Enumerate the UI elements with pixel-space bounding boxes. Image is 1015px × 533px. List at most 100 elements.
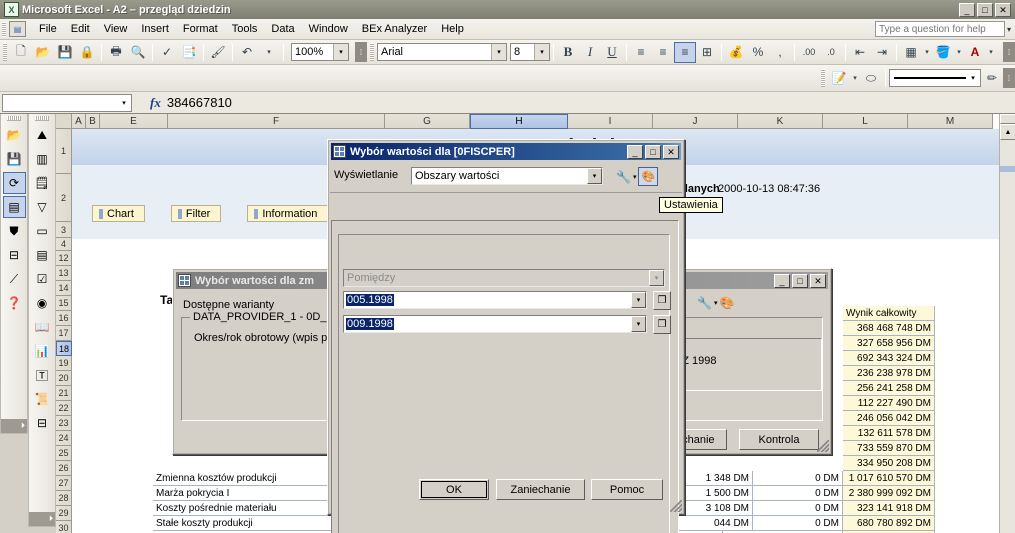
ok-button[interactable]: OK [419, 479, 489, 500]
to-value-picker-button[interactable]: ❐ [653, 315, 671, 334]
menu-item-data[interactable]: Data [264, 20, 301, 38]
minimize-button[interactable]: _ [959, 2, 975, 17]
from-value-combo[interactable]: 005.1998 ▾ [343, 291, 647, 309]
properties-icon[interactable]: ▤ [31, 244, 54, 266]
scroll-up-button[interactable]: ▲ [1000, 124, 1015, 140]
dialog-close-button[interactable]: ✕ [663, 144, 679, 159]
table-row[interactable]: 323 141 918 DM [843, 501, 935, 516]
resize-grip[interactable] [817, 440, 829, 452]
dialog-maximize-button[interactable]: □ [792, 273, 808, 288]
row-header-30[interactable]: 30 [56, 521, 72, 533]
open-query-icon[interactable]: 📂 [3, 124, 26, 146]
row-header-18[interactable]: 18 [56, 341, 72, 356]
row-header-17[interactable]: 17 [56, 326, 72, 341]
chevron-down-icon[interactable]: ▾ [850, 68, 860, 89]
column-header-b[interactable]: B [86, 114, 100, 129]
save-query-icon[interactable]: 💾 [3, 148, 26, 170]
table-row[interactable]: 132 611 578 DM [843, 426, 935, 441]
row-header-15[interactable]: 15 [56, 296, 72, 311]
eraser-icon[interactable]: ⬭ [860, 68, 882, 89]
filter-variables-icon[interactable]: ⊟ [3, 244, 26, 266]
toolbar-grip[interactable] [7, 116, 21, 121]
dialog-minimize-button[interactable]: _ [627, 144, 643, 159]
row-header-25[interactable]: 25 [56, 446, 72, 461]
row-header-4[interactable]: 4 [56, 238, 72, 251]
permission-icon[interactable]: 🔒 [76, 42, 98, 63]
column-header-g[interactable]: G [385, 114, 470, 129]
font-size-combo[interactable]: 8 ▾ [510, 43, 550, 61]
table-row[interactable]: 0 DM [753, 471, 843, 486]
toolbar-overflow-icon[interactable]: ⏵ [29, 512, 55, 526]
save-icon[interactable]: 💾 [54, 42, 76, 63]
chevron-down-icon[interactable]: ▾ [117, 99, 131, 107]
open-icon[interactable]: 📂 [32, 42, 54, 63]
settings-wrench-icon[interactable]: 🔧 [697, 296, 712, 310]
table-row[interactable]: 680 780 892 DM [843, 516, 935, 531]
new-icon[interactable]: 🗋 [10, 42, 32, 63]
row-header-27[interactable]: 27 [56, 476, 72, 491]
refresh-query-icon[interactable]: ⟳ [2, 172, 26, 194]
dialog-maximize-button[interactable]: □ [645, 144, 661, 159]
chevron-down-icon[interactable]: ▾ [333, 44, 348, 60]
row-header-19[interactable]: 19 [56, 356, 72, 371]
ask-a-question-input[interactable] [874, 21, 1005, 37]
chevron-down-icon[interactable]: ▾ [649, 270, 664, 286]
column-header-h[interactable]: H [470, 114, 568, 129]
currency-icon[interactable]: 💰 [725, 42, 747, 63]
table-row[interactable]: 246 056 042 DM [843, 411, 935, 426]
toolbar-overflow-icon[interactable]: ⁞ [1003, 42, 1015, 62]
table-row[interactable]: 112 227 490 DM [843, 396, 935, 411]
list-icon[interactable]: ⊟ [31, 412, 54, 434]
scroll-thumb[interactable] [1000, 166, 1015, 172]
column-header-i[interactable]: I [568, 114, 653, 129]
decrease-decimal-icon[interactable]: .0 [820, 42, 842, 63]
formatting-toolbar-grip[interactable] [370, 43, 374, 61]
underline-button[interactable]: U [601, 42, 623, 63]
row-header-21[interactable]: 21 [56, 386, 72, 401]
operator-combo[interactable]: Pomiędzy ▾ [343, 269, 665, 287]
table-row[interactable]: 334 950 208 DM [843, 456, 935, 471]
menu-item-view[interactable]: View [97, 20, 135, 38]
split-handle[interactable] [1000, 114, 1015, 124]
dialog-title-bar-active[interactable]: Wybór wartości dla [0FISCPER] _ □ ✕ [331, 143, 681, 160]
report-icon[interactable]: 📜 [31, 388, 54, 410]
resize-grip[interactable] [670, 500, 682, 512]
column-header-l[interactable]: L [823, 114, 908, 129]
italic-button[interactable]: I [579, 42, 601, 63]
dropdown-arrow-icon[interactable]: ▾ [714, 299, 718, 307]
menu-item-insert[interactable]: Insert [134, 20, 176, 38]
chevron-down-icon[interactable]: ▾ [966, 74, 980, 82]
display-combo[interactable]: Obszary wartości ▾ [411, 167, 603, 185]
menu-item-bex-analyzer[interactable]: BEx Analyzer [355, 20, 434, 38]
toolbar-overflow-icon[interactable]: ⁞ [355, 42, 367, 62]
to-value-combo[interactable]: 009.1998 ▾ [343, 315, 647, 333]
navigate-icon[interactable]: ⛊ [3, 220, 26, 242]
table-row[interactable]: 368 468 748 DM [843, 321, 935, 336]
table-row[interactable]: 256 241 258 DM [843, 381, 935, 396]
table-row[interactable]: 2 380 999 092 DM [843, 486, 935, 501]
dialog-minimize-button[interactable]: _ [774, 273, 790, 288]
row-header-23[interactable]: 23 [56, 416, 72, 431]
font-name-combo[interactable]: Arial ▾ [377, 43, 507, 61]
borders-icon[interactable]: ▦ [900, 42, 922, 63]
row-header-3[interactable]: 3 [56, 222, 72, 238]
row-header-28[interactable]: 28 [56, 491, 72, 506]
undo-icon[interactable]: ↶ [236, 42, 258, 63]
pencil-icon[interactable]: ✏ [981, 68, 1003, 89]
maximize-button[interactable]: □ [977, 2, 993, 17]
select-all-corner[interactable] [56, 114, 72, 129]
decrease-indent-icon[interactable]: ⇤ [849, 42, 871, 63]
row-header-14[interactable]: 14 [56, 281, 72, 296]
chevron-down-icon[interactable]: ▾ [954, 42, 964, 63]
print-icon[interactable]: 🖶 [105, 42, 127, 63]
cancel-button[interactable]: Zaniechanie [496, 479, 585, 500]
table-row[interactable]: 733 559 870 DM [843, 441, 935, 456]
merge-center-icon[interactable]: ⊞ [696, 42, 718, 63]
help-button[interactable]: Pomoc [591, 479, 663, 500]
align-right-icon[interactable]: ≡ [674, 41, 696, 63]
menu-item-window[interactable]: Window [302, 20, 355, 38]
draw-table-icon[interactable]: 📝 [828, 68, 850, 89]
align-center-icon[interactable]: ≡ [652, 42, 674, 63]
chart-icon[interactable]: 📊 [31, 340, 54, 362]
personalize-icon[interactable]: 🎨 [719, 296, 734, 310]
